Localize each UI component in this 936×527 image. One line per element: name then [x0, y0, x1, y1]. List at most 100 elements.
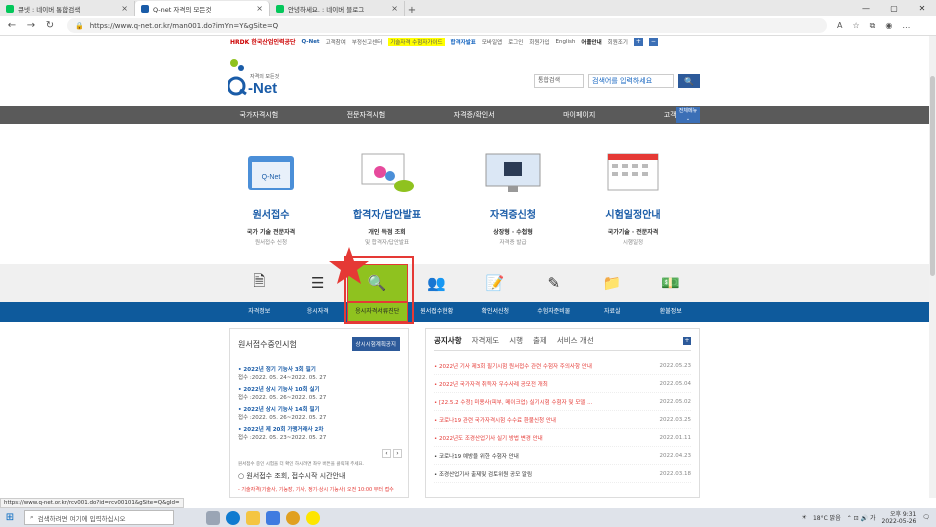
tab-exam[interactable]: 시행 [509, 335, 523, 346]
nav-certificate[interactable]: 자격증/확인서 [454, 110, 495, 120]
util-guide-link[interactable]: 기술자격 수험자가이드 [388, 37, 445, 46]
back-icon[interactable]: ← [5, 20, 19, 31]
list-item[interactable]: • 2022년 상시 기능사 14회 필기 접수 :2022. 05. 26~20… [238, 405, 400, 421]
feature-results[interactable]: 합격자/답안발표 개인 득점 조회 및 합격자/답안발표 [332, 148, 442, 246]
table-row[interactable]: • 2022년 국가자격 취득자 우수사례 공모전 개최 2022.05.04 [434, 375, 691, 393]
nav-professional-exam[interactable]: 전문자격시험 [347, 110, 386, 120]
tab-question[interactable]: 출제 [533, 335, 547, 346]
notification-icon[interactable]: 🗨 [922, 514, 930, 521]
people-icon[interactable]: 👥 [408, 264, 467, 302]
page-scrollbar[interactable] [929, 36, 936, 498]
util-link[interactable]: English [556, 39, 576, 45]
store-icon[interactable] [266, 510, 280, 525]
lock-icon: 🔒 [75, 21, 84, 30]
qnet-logo[interactable]: -Net 자격의 모든것 [226, 58, 288, 98]
form-icon[interactable]: 📝 [466, 264, 525, 302]
table-row[interactable]: • 조경산업기사 출제및 검토위원 공모 알림 2022.03.18 [434, 465, 691, 483]
minimize-icon[interactable]: — [852, 0, 880, 16]
quick-label[interactable]: 자격정보 [230, 302, 289, 322]
quick-label[interactable]: 원서접수현황 [408, 302, 467, 322]
util-link[interactable]: 고객참여 [326, 38, 346, 46]
search-scope-select[interactable]: 통합검색 [534, 74, 584, 88]
table-row[interactable]: • 코로나19 관련 국가자격시험 수수료 환불신청 안내 2022.03.25 [434, 411, 691, 429]
nav-national-exam[interactable]: 국가자격시험 [240, 110, 279, 120]
more-notice-icon[interactable]: + [683, 336, 691, 345]
next-icon[interactable]: › [393, 449, 402, 458]
refresh-icon[interactable]: ↻ [43, 20, 57, 31]
tab-system[interactable]: 자격제도 [472, 335, 500, 346]
list-item[interactable]: • 2022년 정기 기능사 3회 필기 접수 :2022. 05. 24~202… [238, 365, 400, 381]
qnet-small-logo[interactable]: Q-Net [302, 39, 320, 45]
url-input[interactable]: 🔒 https://www.q-net.or.kr/man001.do?imYn… [67, 18, 827, 33]
all-menu-button[interactable]: 전체메뉴 ⌄ [676, 107, 700, 123]
close-window-icon[interactable]: ✕ [908, 0, 936, 16]
forward-icon[interactable]: → [24, 20, 38, 31]
util-link[interactable]: 회원가입 [529, 38, 549, 46]
clock[interactable]: 오후 9:31 2022-05-26 [882, 511, 917, 525]
scrollbar-thumb[interactable] [930, 76, 935, 276]
hrdk-logo[interactable]: HRDK 한국산업인력공단 [230, 37, 296, 46]
search-button[interactable]: 🔍 [678, 74, 700, 88]
edge-icon[interactable] [226, 510, 240, 525]
red-star-icon [329, 247, 369, 284]
close-icon[interactable]: × [256, 4, 263, 13]
tab-notice[interactable]: 공지사항 [434, 335, 462, 346]
read-aloud-icon[interactable]: A [837, 21, 842, 31]
util-link[interactable]: 부정신고센터 [352, 38, 382, 46]
search-input[interactable]: 검색어를 입력하세요 [588, 74, 674, 88]
util-link[interactable]: 로그인 [508, 38, 523, 46]
nav-mypage[interactable]: 마이페이지 [563, 110, 595, 120]
table-row[interactable]: • 2022년도 조경산업기사 실기 방법 변경 안내 2022.01.11 [434, 429, 691, 447]
more-icon[interactable]: … [902, 21, 910, 31]
tray-icons[interactable]: ⌃ ⊡ 🔊 가 [847, 513, 876, 522]
table-row[interactable]: • [22.5.2 수정] 미용사(피부, 메이크업) 실기시험 수험자 및 모… [434, 393, 691, 411]
money-icon[interactable]: 💵 [642, 264, 701, 302]
browser-tab-3[interactable]: 안녕하세요. : 네이버 블로그 × [270, 1, 405, 16]
svg-text:Q-Net: Q-Net [262, 174, 281, 181]
list-item[interactable]: • 2022년 제 20회 가맹거래사 2차 접수 :2022. 05. 23~2… [238, 425, 400, 441]
new-tab-button[interactable]: + [405, 5, 419, 16]
taskbar-search-input[interactable]: ⌕ 검색하려면 여기에 입력하십시오 [24, 510, 174, 525]
feature-schedule[interactable]: 시험일정안내 국가기술 · 전문자격 시행일정 [578, 148, 688, 246]
util-link[interactable]: 모바일앱 [482, 38, 502, 46]
util-link[interactable]: 어플안내 [581, 38, 601, 46]
taskview-icon[interactable] [206, 510, 220, 525]
folder-icon[interactable]: 📁 [583, 264, 642, 302]
windows-start-icon[interactable]: ⊞ [0, 512, 20, 523]
collections-icon[interactable]: ⧉ [870, 21, 876, 31]
quick-label[interactable]: 자료실 [583, 302, 642, 322]
browser-tab-2[interactable]: Q-net 자격의 모든것 × [135, 1, 270, 16]
prev-icon[interactable]: ‹ [382, 449, 391, 458]
plan-notice-button[interactable]: 상시시험계획공지 [351, 337, 400, 351]
browser-tab-1[interactable]: 큐넷 : 네이버 통합검색 × [0, 1, 135, 16]
chrome-icon[interactable] [286, 510, 300, 525]
feature-certificate[interactable]: 자격증신청 상장형 · 수첩형 자격증 발급 [458, 148, 568, 246]
quick-label[interactable]: 환불정보 [642, 302, 701, 322]
list-item[interactable]: • 2022년 상시 기능사 10회 실기 접수 :2022. 05. 26~20… [238, 385, 400, 401]
feature-application[interactable]: Q-Net 원서접수 국가 기술 전문자격 원서접수 신청 [216, 148, 326, 246]
favorite-icon[interactable]: ☆ [852, 21, 859, 31]
close-icon[interactable]: × [391, 4, 398, 13]
table-row[interactable]: • 코로나19 예방을 위한 수험자 안내 2022.04.23 [434, 447, 691, 465]
explorer-icon[interactable] [246, 510, 260, 525]
profile-icon[interactable]: ◉ [885, 21, 892, 31]
zoom-in-icon[interactable]: + [633, 37, 643, 46]
zoom-out-icon[interactable]: − [648, 37, 658, 46]
schedule-radio[interactable]: ○ 원서접수 조회, 접수시작 시간안내 [238, 471, 345, 481]
quick-label[interactable]: 수험자준비물 [525, 302, 584, 322]
tab-title: 큐넷 : 네이버 통합검색 [18, 5, 81, 14]
table-row[interactable]: • 2022년 기사 제3회 필기시험 원서접수 관련 수험자 주의사항 안내 2… [434, 357, 691, 375]
document-icon[interactable]: 🗎 [230, 264, 289, 302]
close-icon[interactable]: × [121, 4, 128, 13]
feature-title: 자격증신청 [490, 210, 536, 221]
util-pass-link[interactable]: 합격자발표 [451, 38, 476, 46]
quick-label[interactable]: 응시자격 [289, 302, 348, 322]
kakao-icon[interactable] [306, 510, 320, 525]
tab-service[interactable]: 서비스 개선 [557, 335, 594, 346]
maximize-icon[interactable]: ▢ [880, 0, 908, 16]
pen-icon[interactable]: ✎ [525, 264, 584, 302]
notice-panel: 공지사항 자격제도 시행 출제 서비스 개선 + • 2022년 기사 제3회 … [425, 328, 700, 498]
util-link[interactable]: 회원조기 [608, 38, 628, 46]
weather-icon[interactable]: ☀ [802, 514, 807, 521]
quick-label[interactable]: 확인서신청 [466, 302, 525, 322]
